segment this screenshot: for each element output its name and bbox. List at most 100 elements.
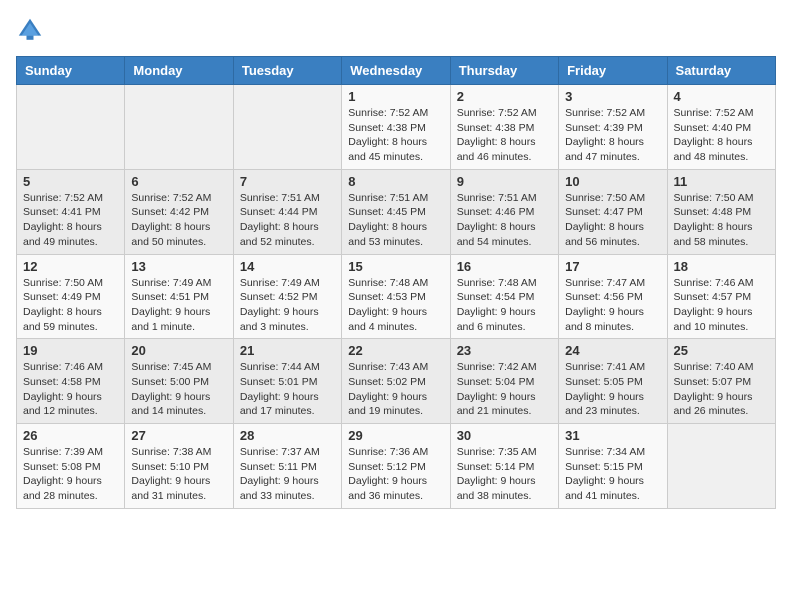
- day-info: Sunrise: 7:52 AM Sunset: 4:41 PM Dayligh…: [23, 191, 118, 250]
- calendar-header-row: SundayMondayTuesdayWednesdayThursdayFrid…: [17, 57, 776, 85]
- empty-cell: [667, 424, 775, 509]
- calendar-day-14: 14Sunrise: 7:49 AM Sunset: 4:52 PM Dayli…: [233, 254, 341, 339]
- calendar-day-6: 6 Sunrise: 7:52 AM Sunset: 4:42 PM Daylig…: [125, 169, 233, 254]
- empty-cell: [125, 85, 233, 170]
- day-info: Sunrise: 7:41 AM Sunset: 5:05 PM Dayligh…: [565, 360, 660, 419]
- day-info: Sunrise: 7:51 AM Sunset: 4:45 PM Dayligh…: [348, 191, 443, 250]
- calendar-day-1: 1Sunrise: 7:52 AM Sunset: 4:38 PM Daylig…: [342, 85, 450, 170]
- day-number: 4: [674, 89, 769, 104]
- header-friday: Friday: [559, 57, 667, 85]
- day-info: Sunrise: 7:52 AM Sunset: 4:39 PM Dayligh…: [565, 106, 660, 165]
- day-number: 22: [348, 343, 443, 358]
- day-info: Sunrise: 7:50 AM Sunset: 4:48 PM Dayligh…: [674, 191, 769, 250]
- day-number: 2: [457, 89, 552, 104]
- day-number: 26: [23, 428, 118, 443]
- header-thursday: Thursday: [450, 57, 558, 85]
- calendar-day-17: 17Sunrise: 7:47 AM Sunset: 4:56 PM Dayli…: [559, 254, 667, 339]
- day-number: 7: [240, 174, 335, 189]
- day-info: Sunrise: 7:45 AM Sunset: 5:00 PM Dayligh…: [131, 360, 226, 419]
- day-info: Sunrise: 7:51 AM Sunset: 4:46 PM Dayligh…: [457, 191, 552, 250]
- day-number: 14: [240, 259, 335, 274]
- day-info: Sunrise: 7:51 AM Sunset: 4:44 PM Dayligh…: [240, 191, 335, 250]
- day-number: 19: [23, 343, 118, 358]
- day-number: 9: [457, 174, 552, 189]
- day-number: 30: [457, 428, 552, 443]
- calendar-day-7: 7 Sunrise: 7:51 AM Sunset: 4:44 PM Daylig…: [233, 169, 341, 254]
- calendar-day-4: 4 Sunrise: 7:52 AM Sunset: 4:40 PM Daylig…: [667, 85, 775, 170]
- day-info: Sunrise: 7:42 AM Sunset: 5:04 PM Dayligh…: [457, 360, 552, 419]
- calendar-day-25: 25 Sunrise: 7:40 AM Sunset: 5:07 PM Dayli…: [667, 339, 775, 424]
- day-number: 13: [131, 259, 226, 274]
- calendar-week-4: 19 Sunrise: 7:46 AM Sunset: 4:58 PM Dayli…: [17, 339, 776, 424]
- day-number: 12: [23, 259, 118, 274]
- calendar-day-9: 9 Sunrise: 7:51 AM Sunset: 4:46 PM Daylig…: [450, 169, 558, 254]
- calendar-day-5: 5 Sunrise: 7:52 AM Sunset: 4:41 PM Daylig…: [17, 169, 125, 254]
- day-info: Sunrise: 7:50 AM Sunset: 4:47 PM Dayligh…: [565, 191, 660, 250]
- day-info: Sunrise: 7:52 AM Sunset: 4:40 PM Dayligh…: [674, 106, 769, 165]
- calendar-day-22: 22 Sunrise: 7:43 AM Sunset: 5:02 PM Dayli…: [342, 339, 450, 424]
- day-number: 5: [23, 174, 118, 189]
- calendar-day-30: 30 Sunrise: 7:35 AM Sunset: 5:14 PM Dayli…: [450, 424, 558, 509]
- day-number: 23: [457, 343, 552, 358]
- day-info: Sunrise: 7:36 AM Sunset: 5:12 PM Dayligh…: [348, 445, 443, 504]
- calendar-day-28: 28 Sunrise: 7:37 AM Sunset: 5:11 PM Dayli…: [233, 424, 341, 509]
- day-number: 20: [131, 343, 226, 358]
- day-info: Sunrise: 7:48 AM Sunset: 4:53 PM Dayligh…: [348, 276, 443, 335]
- day-number: 6: [131, 174, 226, 189]
- day-info: Sunrise: 7:48 AM Sunset: 4:54 PM Dayligh…: [457, 276, 552, 335]
- calendar-day-29: 29Sunrise: 7:36 AM Sunset: 5:12 PM Dayli…: [342, 424, 450, 509]
- page-header: [16, 16, 776, 44]
- day-number: 3: [565, 89, 660, 104]
- day-info: Sunrise: 7:37 AM Sunset: 5:11 PM Dayligh…: [240, 445, 335, 504]
- day-info: Sunrise: 7:34 AM Sunset: 5:15 PM Dayligh…: [565, 445, 660, 504]
- calendar-day-27: 27Sunrise: 7:38 AM Sunset: 5:10 PM Dayli…: [125, 424, 233, 509]
- day-info: Sunrise: 7:46 AM Sunset: 4:58 PM Dayligh…: [23, 360, 118, 419]
- calendar-day-3: 3 Sunrise: 7:52 AM Sunset: 4:39 PM Daylig…: [559, 85, 667, 170]
- day-info: Sunrise: 7:50 AM Sunset: 4:49 PM Dayligh…: [23, 276, 118, 335]
- day-info: Sunrise: 7:44 AM Sunset: 5:01 PM Dayligh…: [240, 360, 335, 419]
- calendar-day-31: 31Sunrise: 7:34 AM Sunset: 5:15 PM Dayli…: [559, 424, 667, 509]
- day-info: Sunrise: 7:38 AM Sunset: 5:10 PM Dayligh…: [131, 445, 226, 504]
- calendar-day-13: 13Sunrise: 7:49 AM Sunset: 4:51 PM Dayli…: [125, 254, 233, 339]
- calendar-day-21: 21 Sunrise: 7:44 AM Sunset: 5:01 PM Dayli…: [233, 339, 341, 424]
- day-info: Sunrise: 7:52 AM Sunset: 4:42 PM Dayligh…: [131, 191, 226, 250]
- calendar-day-16: 16 Sunrise: 7:48 AM Sunset: 4:54 PM Dayli…: [450, 254, 558, 339]
- day-info: Sunrise: 7:40 AM Sunset: 5:07 PM Dayligh…: [674, 360, 769, 419]
- header-saturday: Saturday: [667, 57, 775, 85]
- header-sunday: Sunday: [17, 57, 125, 85]
- day-number: 25: [674, 343, 769, 358]
- day-number: 24: [565, 343, 660, 358]
- day-number: 8: [348, 174, 443, 189]
- day-info: Sunrise: 7:43 AM Sunset: 5:02 PM Dayligh…: [348, 360, 443, 419]
- calendar-day-15: 15Sunrise: 7:48 AM Sunset: 4:53 PM Dayli…: [342, 254, 450, 339]
- calendar-week-5: 26 Sunrise: 7:39 AM Sunset: 5:08 PM Dayli…: [17, 424, 776, 509]
- empty-cell: [17, 85, 125, 170]
- day-number: 21: [240, 343, 335, 358]
- day-number: 17: [565, 259, 660, 274]
- day-info: Sunrise: 7:39 AM Sunset: 5:08 PM Dayligh…: [23, 445, 118, 504]
- calendar-day-11: 11Sunrise: 7:50 AM Sunset: 4:48 PM Dayli…: [667, 169, 775, 254]
- header-tuesday: Tuesday: [233, 57, 341, 85]
- day-info: Sunrise: 7:46 AM Sunset: 4:57 PM Dayligh…: [674, 276, 769, 335]
- calendar-day-12: 12 Sunrise: 7:50 AM Sunset: 4:49 PM Dayli…: [17, 254, 125, 339]
- day-info: Sunrise: 7:52 AM Sunset: 4:38 PM Dayligh…: [457, 106, 552, 165]
- calendar-day-2: 2 Sunrise: 7:52 AM Sunset: 4:38 PM Daylig…: [450, 85, 558, 170]
- calendar-day-19: 19 Sunrise: 7:46 AM Sunset: 4:58 PM Dayli…: [17, 339, 125, 424]
- day-info: Sunrise: 7:35 AM Sunset: 5:14 PM Dayligh…: [457, 445, 552, 504]
- day-number: 1: [348, 89, 443, 104]
- calendar-day-26: 26 Sunrise: 7:39 AM Sunset: 5:08 PM Dayli…: [17, 424, 125, 509]
- calendar-day-23: 23 Sunrise: 7:42 AM Sunset: 5:04 PM Dayli…: [450, 339, 558, 424]
- calendar-week-1: 1 Sunrise: 7:52 AM Sunset: 4:38 PM Daylig…: [17, 85, 776, 170]
- logo-icon: [16, 16, 44, 44]
- logo: [16, 16, 48, 44]
- calendar-day-8: 8 Sunrise: 7:51 AM Sunset: 4:45 PM Daylig…: [342, 169, 450, 254]
- calendar-day-18: 18Sunrise: 7:46 AM Sunset: 4:57 PM Dayli…: [667, 254, 775, 339]
- day-number: 16: [457, 259, 552, 274]
- calendar-day-20: 20 Sunrise: 7:45 AM Sunset: 5:00 PM Dayli…: [125, 339, 233, 424]
- calendar-day-24: 24 Sunrise: 7:41 AM Sunset: 5:05 PM Dayli…: [559, 339, 667, 424]
- header-wednesday: Wednesday: [342, 57, 450, 85]
- day-number: 10: [565, 174, 660, 189]
- calendar-week-3: 12 Sunrise: 7:50 AM Sunset: 4:49 PM Dayli…: [17, 254, 776, 339]
- calendar-day-10: 10 Sunrise: 7:50 AM Sunset: 4:47 PM Dayli…: [559, 169, 667, 254]
- day-number: 28: [240, 428, 335, 443]
